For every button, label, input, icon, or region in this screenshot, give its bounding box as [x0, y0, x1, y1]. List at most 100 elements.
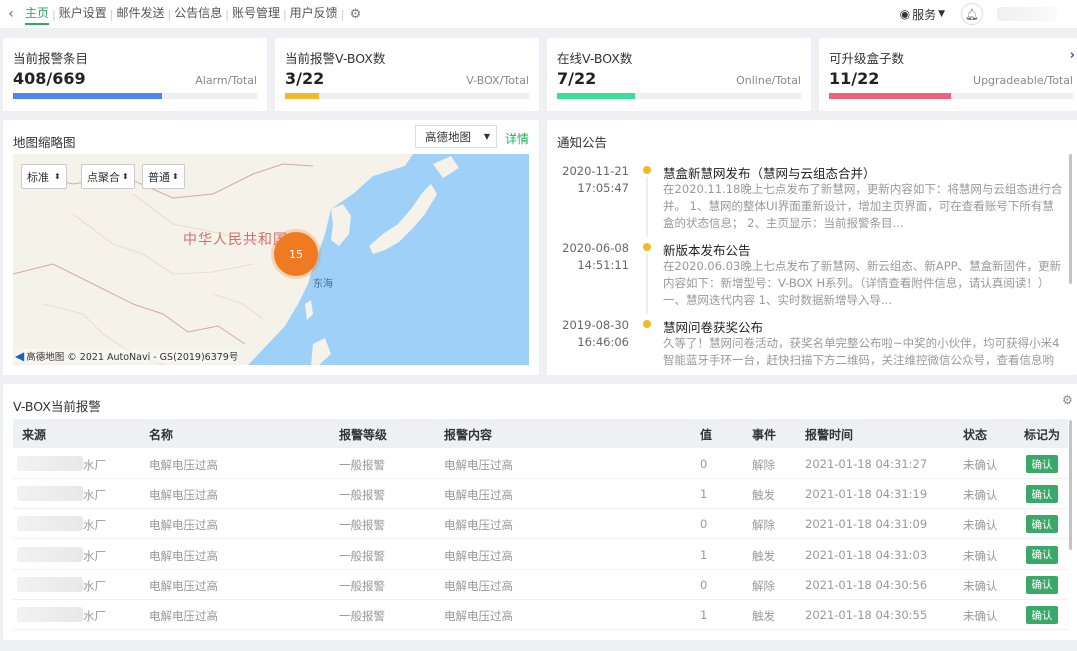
- notice-time: 16:46:06: [577, 335, 629, 349]
- chevron-left-icon[interactable]: ‹: [0, 6, 22, 22]
- cell-name: 电解电压过高: [149, 458, 218, 472]
- timeline-dot: [643, 166, 651, 174]
- map-control-label: 普通: [148, 170, 170, 184]
- cell-level: 一般报警: [339, 548, 385, 563]
- map-cluster-marker[interactable]: 15: [274, 232, 318, 276]
- notice-item[interactable]: 2019-08-30 16:46:06 慧网问卷获奖公布 久等了！慧网问卷活动，…: [549, 317, 1067, 369]
- tab-account-settings[interactable]: 账户设置: [56, 0, 110, 28]
- map-detail-link[interactable]: 详情: [505, 130, 529, 147]
- source-redacted: [17, 486, 83, 502]
- timeline-dot: [643, 320, 651, 328]
- stat-value: 3/22: [285, 69, 325, 88]
- notice-scrollbar[interactable]: [1069, 154, 1072, 284]
- map-control-label: 点聚合: [87, 170, 120, 184]
- cell-event: 解除: [752, 578, 775, 593]
- map-panel-title: 地图缩略图: [13, 135, 76, 150]
- confirm-button[interactable]: 确认: [1026, 606, 1058, 624]
- map-provider-select[interactable]: 高德地图 ▼: [415, 125, 497, 148]
- stat-progress-fill: [13, 93, 162, 99]
- cell-source: 水厂: [83, 548, 106, 563]
- column-header: 名称: [149, 428, 174, 442]
- table-row[interactable]: 水厂 电解电压过高 一般报警 电解电压过高 1 触发 2021-01-18 04:31:19…: [13, 479, 1068, 510]
- stat-card-alarms: 当前报警条目 408/669 Alarm/Total: [3, 38, 267, 111]
- cell-value: 1: [700, 547, 708, 562]
- notice-panel-title: 通知公告: [557, 135, 608, 150]
- caret-down-icon: ▼: [483, 132, 490, 141]
- stat-value: 7/22: [557, 69, 597, 88]
- amap-logo-icon: ◀: [15, 349, 25, 363]
- confirm-button[interactable]: 确认: [1026, 515, 1058, 534]
- table-row[interactable]: 水厂 电解电压过高 一般报警 电解电压过高 0 解除 2021-01-18 04:31:09…: [13, 509, 1068, 540]
- map-style-select[interactable]: 标准 ⬍: [21, 164, 67, 189]
- source-redacted: [17, 576, 83, 592]
- source-redacted: [17, 456, 83, 471]
- tab-announcements[interactable]: 公告信息: [171, 0, 225, 28]
- map-mode-select[interactable]: 普通 ⬍: [142, 164, 185, 189]
- confirm-button[interactable]: 确认: [1026, 455, 1058, 473]
- confirm-button[interactable]: 确认: [1026, 545, 1058, 564]
- table-row[interactable]: 水厂 电解电压过高 一般报警 电解电压过高 1 触发 2021-01-18 04:30:55…: [13, 600, 1068, 630]
- cell-status: 未确认: [963, 458, 998, 472]
- table-row[interactable]: 水厂 电解电压过高 一般报警 电解电压过高 0 解除 2021-01-18 04:31:27…: [13, 449, 1068, 479]
- cell-time: 2021-01-18 04:30:55: [805, 608, 928, 622]
- service-dropdown[interactable]: ◉ 服务 ▼: [900, 6, 945, 23]
- timeline-line: [646, 254, 648, 314]
- column-header: 来源: [22, 428, 47, 442]
- stat-unit: Upgradeable/Total: [973, 74, 1073, 87]
- stat-progress-fill: [557, 93, 636, 99]
- tab-user-feedback[interactable]: 用户反馈: [287, 0, 341, 28]
- gear-icon[interactable]: ⚙: [1062, 393, 1073, 407]
- bell-icon[interactable]: 🔔︎: [961, 3, 983, 25]
- cell-time: 2021-01-18 04:31:19: [805, 487, 928, 502]
- map-control-label: 标准: [27, 170, 49, 184]
- stat-value: 11/22: [829, 69, 880, 88]
- notice-time: 17:05:47: [577, 181, 629, 195]
- notice-date: 2020-11-21: [562, 164, 629, 178]
- notice-body: 在2020.06.03晚上七点发布了新慧网、新云组态、新APP、慧盒新固件，更新…: [663, 259, 1062, 307]
- timeline-line: [646, 177, 648, 237]
- table-row[interactable]: 水厂 电解电压过高 一般报警 电解电压过高 1 触发 2021-01-18 04:31:03…: [13, 540, 1068, 570]
- gear-icon[interactable]: ⚙: [344, 7, 366, 22]
- tab-mail-sending[interactable]: 邮件发送: [113, 0, 167, 28]
- notice-body: 在2020.11.18晚上七点发布了新慧网，更新内容如下：将慧网与云组态进行合并…: [663, 182, 1063, 230]
- notice-date: 2019-08-30: [562, 318, 629, 332]
- cell-content: 电解电压过高: [444, 488, 513, 503]
- cell-content: 电解电压过高: [444, 548, 513, 563]
- alarm-scrollbar[interactable]: [1069, 420, 1072, 550]
- map-attribution-logo: 高德地图: [26, 352, 65, 363]
- cell-time: 2021-01-18 04:31:27: [805, 457, 928, 471]
- source-redacted: [17, 607, 83, 622]
- stat-title: 在线V-BOX数: [557, 51, 633, 66]
- confirm-button[interactable]: 确认: [1026, 485, 1058, 504]
- notice-item[interactable]: 2020-06-08 14:51:11 新版本发布公告 在2020.06.03晚…: [549, 240, 1067, 314]
- cell-value: 1: [700, 608, 708, 622]
- chevron-right-icon[interactable]: ›: [1070, 48, 1075, 63]
- tab-account-management[interactable]: 账号管理: [229, 0, 283, 28]
- map-cluster-select[interactable]: 点聚合 ⬍: [81, 164, 135, 189]
- service-label: 服务: [912, 7, 937, 22]
- stat-card-upgradeable: 可升级盒子数 11/22 Upgradeable/Total ›: [819, 38, 1077, 111]
- stat-value: 408/669: [13, 69, 86, 88]
- map-provider-value: 高德地图: [425, 129, 471, 144]
- cell-status: 未确认: [963, 609, 998, 623]
- source-redacted: [17, 516, 83, 532]
- source-redacted: [17, 546, 83, 562]
- top-nav: ‹ 主页 | 账户设置 | 邮件发送 | 公告信息 | 账号管理 | 用户反馈 …: [0, 0, 1077, 28]
- cell-status: 未确认: [963, 548, 998, 563]
- cell-event: 触发: [752, 548, 775, 563]
- cell-time: 2021-01-18 04:31:03: [805, 547, 928, 562]
- table-row[interactable]: 水厂 电解电压过高 一般报警 电解电压过高 0 解除 2021-01-18 04:30:56…: [13, 570, 1068, 600]
- nav-right: ◉ 服务 ▼ 🔔︎: [900, 0, 1077, 28]
- column-header: 值: [700, 428, 713, 442]
- stat-progress-bar: [557, 93, 801, 99]
- avatar[interactable]: [997, 7, 1057, 21]
- notice-title: 新版本发布公告: [663, 243, 751, 258]
- confirm-button[interactable]: 确认: [1026, 575, 1058, 594]
- stat-title: 可升级盒子数: [829, 51, 905, 66]
- tab-home[interactable]: 主页: [22, 0, 52, 28]
- cell-level: 一般报警: [339, 609, 385, 623]
- sort-icon: ⬍: [122, 172, 129, 181]
- notice-item[interactable]: 2020-11-21 17:05:47 慧盒新慧网发布（慧网与云组态合并） 在2…: [549, 163, 1067, 237]
- stat-title: 当前报警V-BOX数: [285, 51, 386, 66]
- map-view[interactable]: 标准 ⬍ 点聚合 ⬍ 普通 ⬍ 中华人民共和国 东海 15 ◀ 高德地图 © 2021…: [13, 154, 529, 365]
